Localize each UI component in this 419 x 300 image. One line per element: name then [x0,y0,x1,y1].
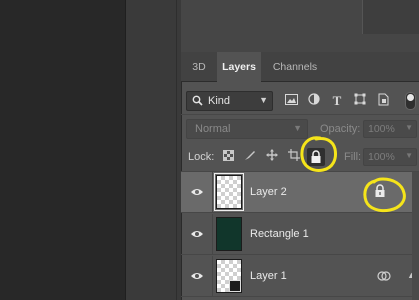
opacity-label: Opacity: [320,123,361,135]
filter-toggle-switch[interactable] [405,92,416,110]
smart-object-filter-icon[interactable] [375,93,391,109]
image-filter-icon[interactable] [283,93,299,109]
blend-row: Normal ▼ Opacity: 100% ▼ [181,116,419,142]
blend-mode-value: Normal [195,123,231,135]
lock-label: Lock: [188,151,215,163]
tab-channels[interactable]: Channels [265,52,325,82]
smart-object-badge-icon [229,280,241,292]
shape-filter-icon[interactable] [352,93,368,109]
lock-transparent-pixels-icon[interactable] [220,149,236,165]
lock-image-pixels-icon[interactable] [242,149,258,165]
row-divider [212,256,213,297]
panel-gutter [125,0,181,300]
opacity-input[interactable]: 100% ▼ [363,120,417,138]
upper-panel-inset [362,0,419,34]
layer-name[interactable]: Rectangle 1 [250,228,309,240]
layer-row-layer-2[interactable]: Layer 2 [181,172,419,213]
fill-value: 100% [368,151,395,163]
tab-layers[interactable]: Layers [217,52,261,83]
layer-row-layer-1[interactable]: Layer 1 ▲ [181,256,419,297]
layer-effects-icon[interactable] [377,269,391,283]
filter-kind-select[interactable]: Kind ▼ [186,91,273,111]
layer-thumbnail [216,217,242,251]
layer-name[interactable]: Layer 2 [250,186,287,198]
layer-row-rectangle-1[interactable]: Rectangle 1 [181,214,419,255]
layer-name[interactable]: Layer 1 [250,270,287,282]
lock-position-icon[interactable] [264,149,280,165]
chevron-down-icon: ▼ [259,95,268,105]
fill-input[interactable]: 100% ▼ [363,148,417,166]
chevron-down-icon: ▼ [293,123,302,133]
panel-tabs: 3D Layers Channels [181,52,419,83]
gutter-divider-right [176,0,177,300]
adjustment-filter-icon[interactable] [306,93,322,109]
eye-visibility-icon[interactable] [190,270,204,282]
blend-mode-select[interactable]: Normal ▼ [186,119,308,139]
divider [181,114,419,115]
layers-scrollbar[interactable] [412,172,419,300]
gutter-divider [125,0,126,300]
canvas-area [0,0,125,300]
layer-thumbnail [214,173,244,211]
lock-all-icon[interactable] [307,148,325,166]
fill-label: Fill: [344,151,362,163]
opacity-value: 100% [368,123,395,135]
row-divider [212,214,213,255]
tab-3d[interactable]: 3D [185,52,213,82]
lock-row: Lock: Fill: 100% ▼ [181,144,419,170]
filter-kind-label: Kind [208,95,231,107]
chevron-down-icon: ▼ [405,123,413,132]
chevron-down-icon: ▼ [405,151,413,160]
eye-visibility-icon[interactable] [190,186,204,198]
type-filter-icon[interactable]: T [329,93,345,109]
search-icon [192,95,203,109]
eye-visibility-icon[interactable] [190,228,204,240]
lock-artboard-icon[interactable] [286,149,302,165]
layer-lock-icon [374,184,388,200]
layer-filter-row: Kind ▼ T [181,87,419,113]
layers-list: Layer 2 Rectangle 1 Layer 1 ▲ [181,172,419,300]
row-divider [212,172,213,213]
